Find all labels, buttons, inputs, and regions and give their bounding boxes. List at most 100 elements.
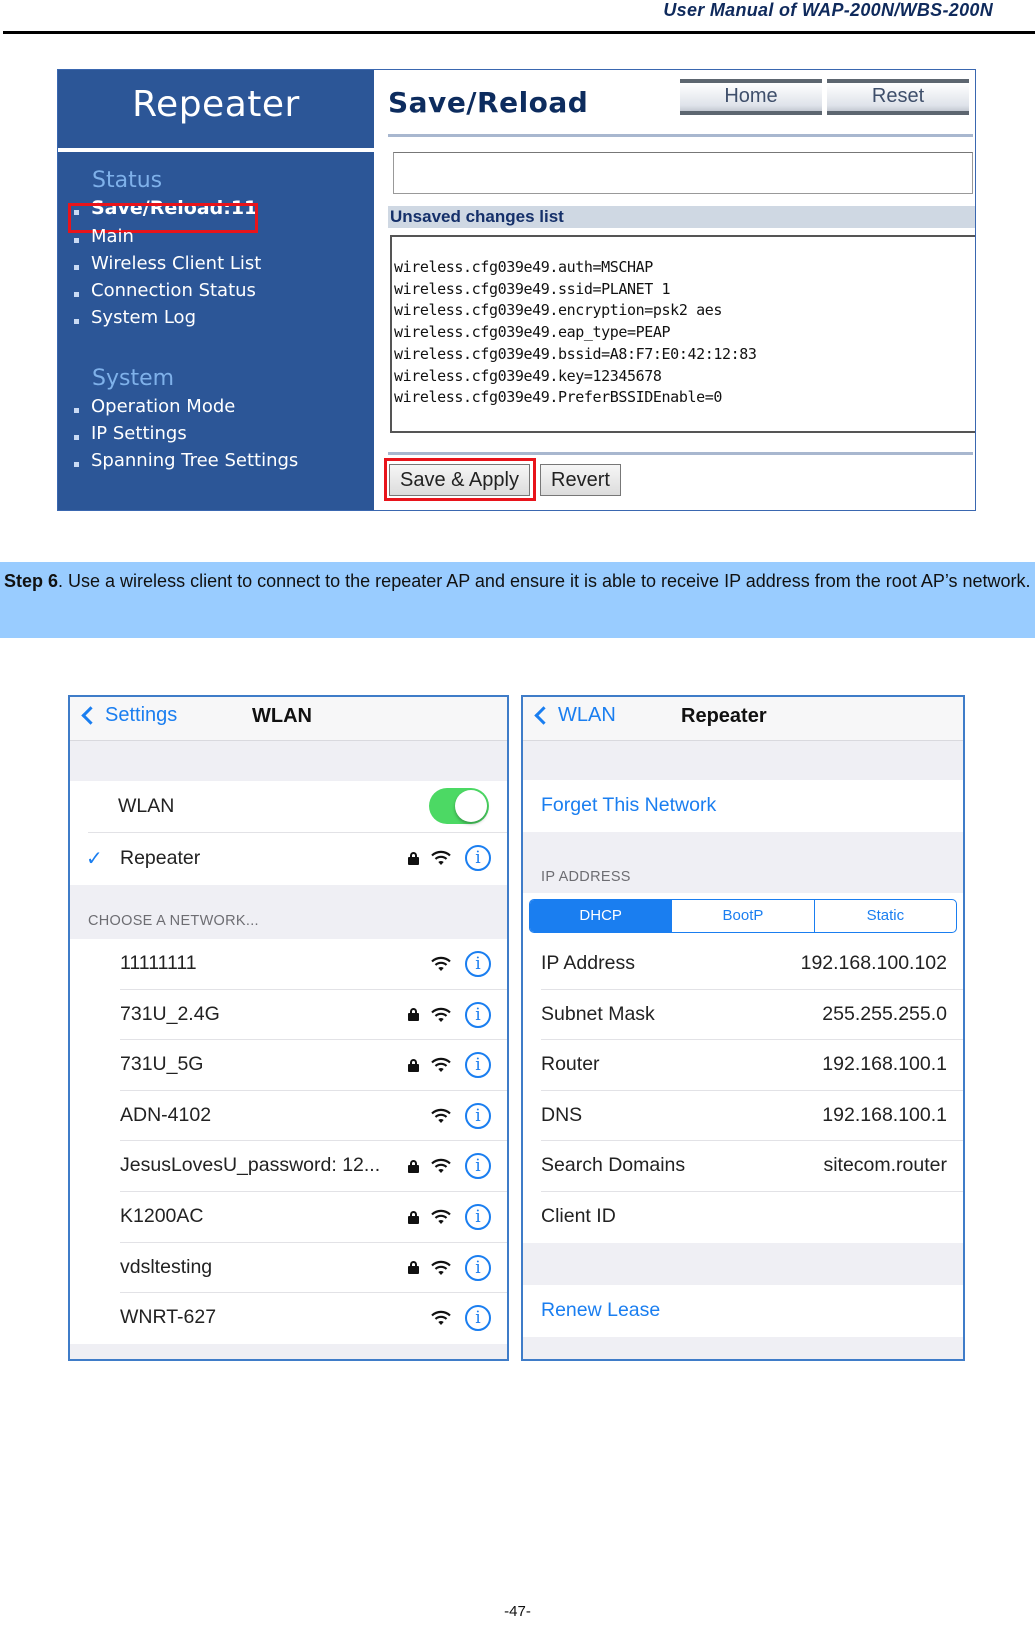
info-icon[interactable]: i — [465, 1204, 491, 1230]
home-button[interactable]: Home — [680, 79, 822, 115]
manual-title: User Manual of WAP-200N/WBS-200N — [663, 0, 993, 20]
wifi-icon — [431, 1260, 451, 1275]
back-label: Settings — [105, 704, 178, 726]
router-sidebar: Repeater Status Save/Reload:11 Main Wire… — [58, 70, 374, 510]
sidebar-item-label: Spanning Tree Settings — [91, 450, 299, 471]
sidebar-item-label: Operation Mode — [91, 396, 236, 417]
network-icons: i — [408, 1001, 491, 1028]
info-icon[interactable]: i — [465, 1001, 491, 1028]
detail-value: 192.168.100.102 — [800, 952, 947, 974]
detail-value: sitecom.router — [823, 1154, 947, 1177]
segment-dhcp[interactable]: DHCP — [530, 900, 672, 932]
forget-network-row[interactable]: Forget This Network — [523, 780, 963, 832]
change-line: wireless.cfg039e49.key=12345678 — [394, 366, 662, 385]
renew-lease-button[interactable]: Renew Lease — [541, 1299, 660, 1322]
lock-icon — [408, 851, 419, 865]
revert-button[interactable]: Revert — [540, 464, 621, 496]
back-label: WLAN — [558, 704, 616, 726]
ip-detail-row: Search Domains sitecom.router — [523, 1141, 963, 1192]
change-line: wireless.cfg039e49.auth=MSCHAP — [394, 258, 653, 276]
sidebar-item-connection-status[interactable]: Connection Status — [74, 280, 256, 301]
screen-title: WLAN — [252, 705, 312, 727]
router-brand: Repeater — [132, 84, 300, 125]
network-row[interactable]: 731U_5G i — [70, 1040, 507, 1091]
network-name: 731U_5G — [120, 1053, 204, 1076]
info-icon[interactable]: i — [465, 1153, 491, 1180]
unsaved-changes-list: wireless.cfg039e49.auth=MSCHAP wireless.… — [390, 235, 975, 433]
sidebar-item-ip-settings[interactable]: IP Settings — [74, 423, 187, 444]
network-name: 11111111 — [120, 952, 197, 974]
renew-lease-row[interactable]: Renew Lease — [523, 1285, 963, 1337]
wifi-icon — [431, 956, 451, 971]
sidebar-item-label: Wireless Client List — [91, 253, 262, 274]
segment-bootp[interactable]: BootP — [671, 900, 813, 932]
info-icon[interactable]: i — [465, 1305, 491, 1332]
lock-icon — [408, 1008, 419, 1022]
network-name: 731U_2.4G — [120, 1002, 220, 1025]
nav-bar: Settings WLAN — [70, 697, 507, 741]
detail-label: DNS — [541, 1103, 583, 1126]
segment-static[interactable]: Static — [813, 900, 956, 932]
network-name: JesusLovesU_password: 12... — [120, 1154, 381, 1177]
sidebar-item-wireless-client-list[interactable]: Wireless Client List — [74, 253, 261, 274]
connected-network-row[interactable]: ✓ Repeater i — [70, 833, 507, 885]
info-icon[interactable]: i — [465, 951, 491, 977]
wlan-toggle[interactable] — [429, 788, 489, 824]
chevron-left-icon — [81, 706, 100, 725]
sidebar-item-spanning-tree[interactable]: Spanning Tree Settings — [74, 450, 298, 471]
change-line: wireless.cfg039e49.encryption=psk2 aes — [394, 301, 722, 320]
lock-icon — [408, 1159, 419, 1173]
network-icons: i — [408, 1052, 491, 1079]
network-row[interactable]: WNRT-627 i — [70, 1293, 507, 1344]
sidebar-item-main[interactable]: Main — [74, 226, 134, 247]
sidebar-item-system-log[interactable]: System Log — [74, 307, 196, 328]
bottom-divider — [388, 452, 973, 455]
save-apply-button[interactable]: Save & Apply — [389, 464, 530, 496]
detail-label: Client ID — [541, 1205, 616, 1227]
lock-icon — [408, 1058, 419, 1072]
sidebar-item-operation-mode[interactable]: Operation Mode — [74, 396, 235, 417]
network-row[interactable]: 11111111 i — [70, 939, 507, 990]
info-icon[interactable]: i — [465, 1052, 491, 1079]
detail-label: IP Address — [541, 952, 635, 974]
info-icon[interactable]: i — [465, 1254, 491, 1281]
network-icons: i — [431, 1102, 491, 1129]
info-icon[interactable]: i — [465, 1102, 491, 1129]
network-icons: i — [408, 1254, 491, 1281]
back-button[interactable]: WLAN — [533, 704, 616, 727]
sidebar-section-status: Status — [92, 168, 163, 193]
ip-address-header: IP ADDRESS — [541, 869, 631, 885]
network-row[interactable]: K1200AC i — [70, 1192, 507, 1243]
segment-row: DHCP BootP Static — [523, 893, 963, 939]
brand-divider — [58, 148, 374, 152]
network-icons: i — [408, 1153, 491, 1180]
network-row[interactable]: 731U_2.4G i — [70, 989, 507, 1041]
change-line: wireless.cfg039e49.ssid=PLANET 1 — [394, 279, 671, 298]
network-name: ADN-4102 — [120, 1103, 212, 1126]
ios-wlan-screen: Settings WLAN WLAN ✓ Repeater i CHOOSE A… — [68, 695, 509, 1361]
lock-icon — [408, 1261, 419, 1275]
page-title: Save/Reload — [388, 86, 589, 119]
router-web-ui: Repeater Status Save/Reload:11 Main Wire… — [57, 69, 976, 511]
info-icon[interactable]: i — [465, 845, 491, 871]
screen-title: Repeater — [681, 705, 767, 727]
choose-network-header: CHOOSE A NETWORK... — [88, 913, 259, 929]
forget-network-button[interactable]: Forget This Network — [541, 794, 716, 817]
change-line: wireless.cfg039e49.eap_type=PEAP — [394, 323, 671, 342]
detail-value: 192.168.100.1 — [822, 1103, 947, 1126]
wifi-icon — [431, 850, 451, 865]
network-row[interactable]: vdsltesting i — [70, 1242, 507, 1294]
reset-button[interactable]: Reset — [827, 79, 969, 115]
change-line: wireless.cfg039e49.PreferBSSIDEnable=0 — [394, 388, 722, 407]
back-button[interactable]: Settings — [80, 704, 177, 727]
bullet-icon — [74, 462, 79, 467]
ios-network-detail-screen: WLAN Repeater Forget This Network IP ADD… — [521, 695, 965, 1361]
ip-detail-row: DNS 192.168.100.1 — [523, 1090, 963, 1142]
unsaved-changes-header: Unsaved changes list — [388, 206, 975, 228]
detail-value: 255.255.255.0 — [822, 1002, 947, 1025]
network-icons: i — [431, 1305, 491, 1332]
bullet-icon — [74, 408, 79, 413]
network-row[interactable]: ADN-4102 i — [70, 1090, 507, 1142]
wifi-icon — [431, 1159, 451, 1174]
network-row[interactable]: JesusLovesU_password: 12... i — [70, 1141, 507, 1192]
